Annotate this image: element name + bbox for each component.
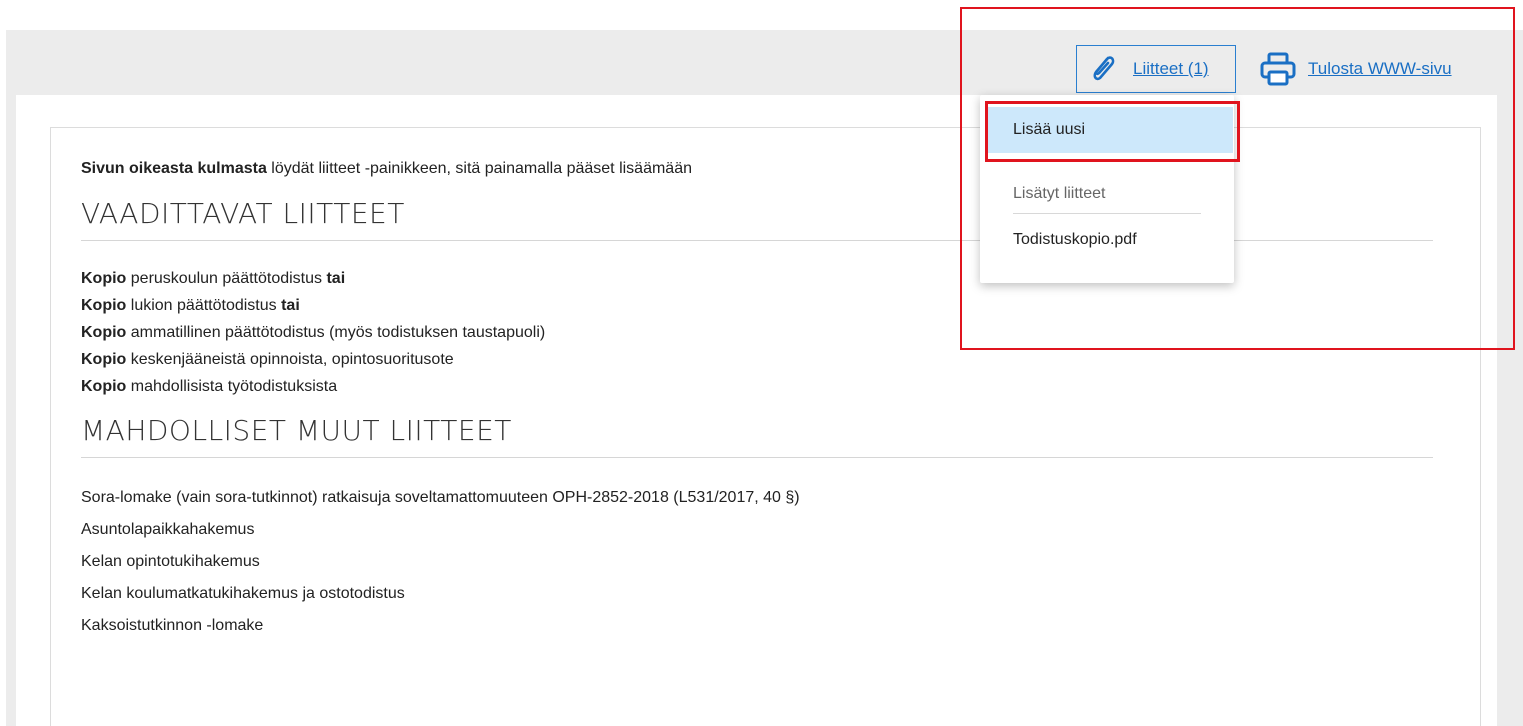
list-item: Kaksoistutkinnon -lomake — [81, 617, 264, 634]
printer-icon — [1258, 49, 1298, 89]
list-item: Kopio lukion päättötodistus tai — [81, 292, 1431, 319]
item-text: lukion päättötodistus — [126, 297, 282, 314]
print-button[interactable]: Tulosta WWW-sivu — [1258, 45, 1452, 93]
item-tail: tai — [326, 270, 346, 287]
item-tail: tai — [281, 297, 300, 314]
list-item: Kopio ammatillinen päättötodistus (myös … — [81, 319, 1431, 346]
menu-divider — [1013, 213, 1201, 214]
item-text: peruskoulun päättötodistus — [126, 270, 327, 287]
item-text: mahdollisista työtodistuksista — [126, 378, 338, 395]
intro-rest: löydät liitteet -painikkeen, sitä painam… — [266, 160, 692, 177]
item-bold: Kopio — [81, 324, 127, 341]
intro-text: Sivun oikeasta kulmasta löydät liitteet … — [81, 158, 961, 183]
page-toolbar: Liitteet (1) Tulosta WWW-sivu — [1060, 45, 1520, 95]
list-item: Asuntolapaikkahakemus — [81, 521, 255, 538]
item-text: keskenjääneistä opinnoista, opintosuorit… — [126, 351, 454, 368]
list-item: Sora-lomake (vain sora-tutkinnot) ratkai… — [81, 489, 800, 506]
paperclip-icon — [1085, 49, 1121, 89]
intro-bold: Sivun oikeasta kulmasta — [81, 160, 267, 177]
added-attachments-label: Lisätyt liitteet — [1013, 185, 1106, 202]
list-item: Kopio mahdollisista työtodistuksista — [81, 373, 1431, 400]
attachment-file-item[interactable]: Todistuskopio.pdf — [1013, 231, 1137, 249]
list-item: Kelan koulumatkatukihakemus ja ostotodis… — [81, 585, 405, 602]
list-item: Kopio keskenjääneistä opinnoista, opinto… — [81, 346, 1431, 373]
attachments-link[interactable]: Liitteet (1) — [1133, 59, 1209, 79]
add-new-menu-item[interactable]: Lisää uusi — [987, 107, 1233, 153]
content-card: Sivun oikeasta kulmasta löydät liitteet … — [16, 95, 1497, 726]
item-bold: Kopio — [81, 351, 127, 368]
attachments-dropdown: Lisää uusi Lisätyt liitteet Todistuskopi… — [980, 95, 1234, 283]
attachments-button[interactable]: Liitteet (1) — [1076, 45, 1236, 93]
other-heading: MAHDOLLISET MUUT LIITTEET — [81, 414, 1433, 458]
required-list: Kopio peruskoulun päättötodistus tai Kop… — [81, 265, 1431, 400]
list-item: Kelan opintotukihakemus — [81, 553, 260, 570]
item-text: ammatillinen päättötodistus (myös todist… — [126, 324, 546, 341]
item-bold: Kopio — [81, 378, 127, 395]
content-panel: Sivun oikeasta kulmasta löydät liitteet … — [50, 127, 1481, 726]
other-list: Sora-lomake (vain sora-tutkinnot) ratkai… — [81, 482, 1431, 642]
print-link[interactable]: Tulosta WWW-sivu — [1308, 59, 1452, 79]
item-bold: Kopio — [81, 270, 127, 287]
item-bold: Kopio — [81, 297, 127, 314]
